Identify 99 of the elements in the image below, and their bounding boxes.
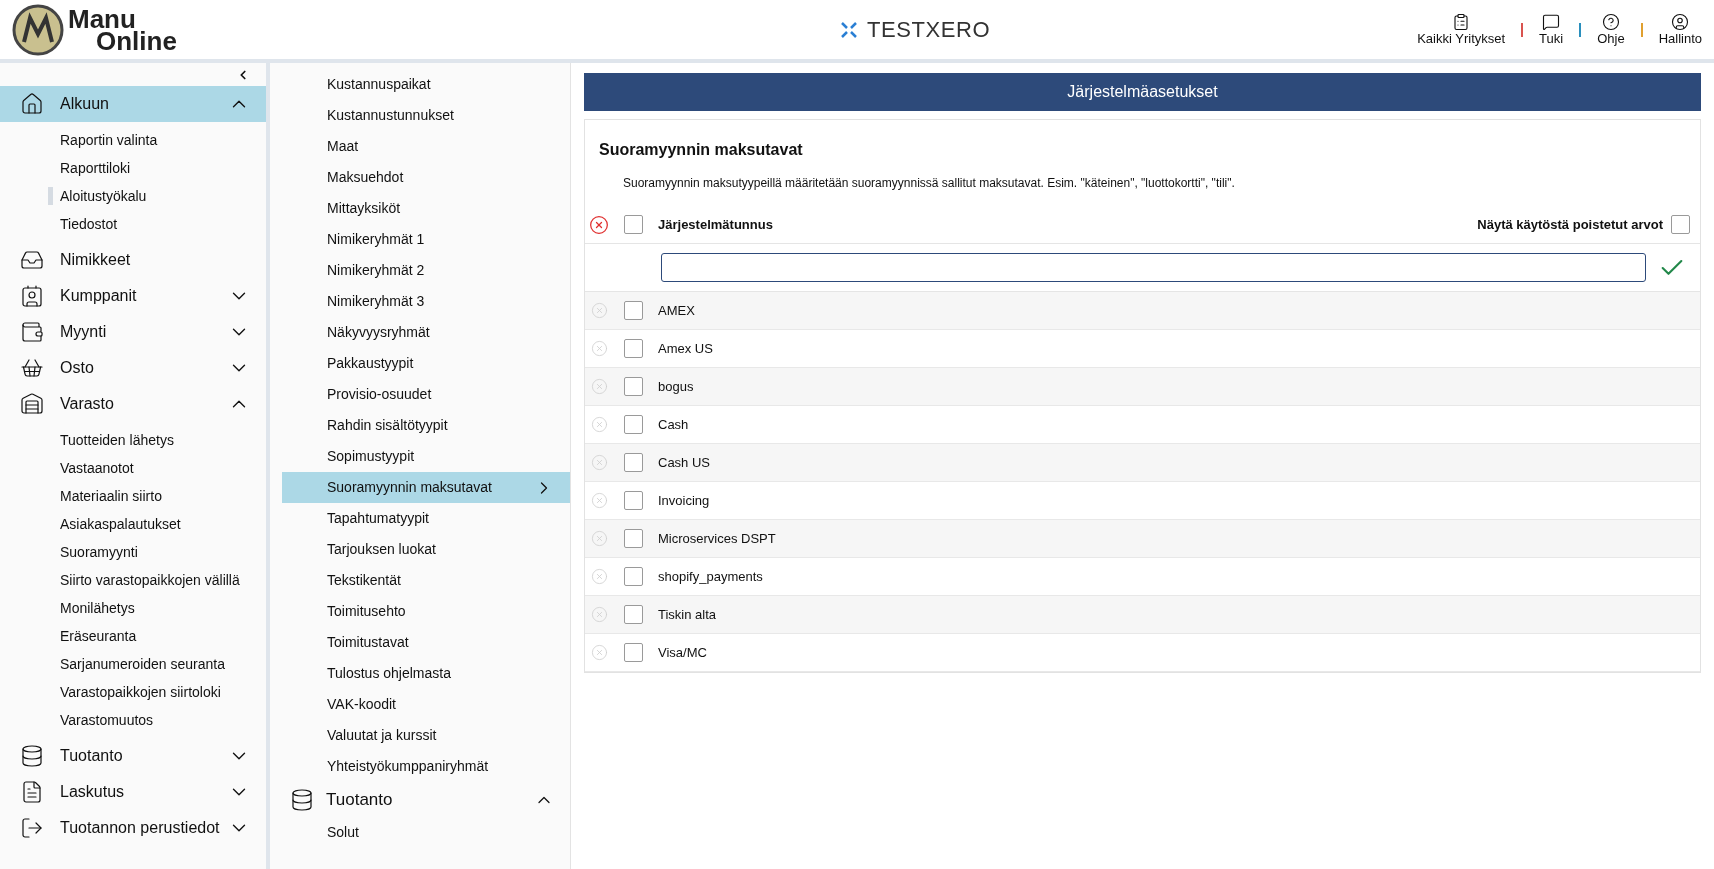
settings-menu-item[interactable]: Kustannustunnukset <box>282 100 570 131</box>
settings-menu-item[interactable]: VAK-koodit <box>282 689 570 720</box>
sidebar-subitem[interactable]: Raporttiloki <box>60 157 131 179</box>
table-cell-text: Invoicing <box>658 491 710 510</box>
help-icon <box>1601 12 1620 31</box>
checkbox[interactable] <box>624 301 643 320</box>
settings-menu-item[interactable]: Nimikeryhmät 3 <box>282 286 570 317</box>
sidebar-item[interactable]: Laskutus <box>0 774 266 810</box>
settings-menu-group[interactable]: Tuotanto <box>282 782 570 818</box>
sidebar-item[interactable]: Osto <box>0 350 266 386</box>
checkbox[interactable] <box>624 453 643 472</box>
checkbox[interactable] <box>624 377 643 396</box>
warehouse-icon <box>20 392 44 416</box>
checkbox[interactable] <box>624 567 643 586</box>
sidebar-subitem[interactable]: Vastaanotot <box>60 457 134 479</box>
sidebar-subitem[interactable]: Tuotteiden lähetys <box>60 429 174 451</box>
document-icon <box>20 780 44 804</box>
settings-menu-item[interactable]: Valuutat ja kurssit <box>282 720 570 751</box>
checkbox[interactable] <box>624 605 643 624</box>
column-header: Järjestelmätunnus <box>658 215 774 234</box>
settings-menu-item[interactable]: Tulostus ohjelmasta <box>282 658 570 689</box>
user-icon <box>1671 12 1690 31</box>
contact-card-icon <box>20 284 44 308</box>
database-icon <box>20 744 44 768</box>
inbox-icon <box>20 248 44 272</box>
header-action[interactable]: Kaikki Yritykset <box>1417 12 1506 47</box>
sidebar-subitem[interactable]: Suoramyynti <box>60 541 138 563</box>
remove-icon[interactable] <box>589 214 609 235</box>
new-value-field[interactable] <box>661 253 1646 282</box>
sidebar-subitem[interactable]: Siirto varastopaikkojen välillä <box>60 569 240 591</box>
show-removed-label: Näytä käytöstä poistetut arvot <box>1477 215 1663 234</box>
table-cell-text: Microservices DSPT <box>658 529 776 548</box>
checkbox[interactable] <box>624 339 643 358</box>
table-cell-text: Cash US <box>658 453 711 472</box>
page-title-bar: Järjestelmäasetukset <box>584 73 1701 111</box>
settings-menu-item[interactable]: Tekstikentät <box>282 565 570 596</box>
sidebar-item[interactable]: Varasto <box>0 386 266 422</box>
settings-menu-item[interactable]: Provisio-osuudet <box>282 379 570 410</box>
settings-menu-item[interactable]: Sopimustyypit <box>282 441 570 472</box>
sidebar-item[interactable]: Tuotanto <box>0 738 266 774</box>
sidebar-subitem[interactable]: Asiakaspalautukset <box>60 513 181 535</box>
checkbox[interactable] <box>624 491 643 510</box>
sidebar-subitem[interactable]: Monilähetys <box>60 597 135 619</box>
sidebar-subitem[interactable]: Tiedostot <box>60 213 118 235</box>
settings-menu-item[interactable]: Solut <box>282 818 570 846</box>
logo-text: Manu <box>68 7 136 30</box>
x-mark-icon <box>839 19 860 40</box>
sidebar-subitem[interactable]: Eräseuranta <box>60 625 137 647</box>
settings-menu-item[interactable]: Toimitusehto <box>282 596 570 627</box>
table-cell-text: Tiskin alta <box>658 605 717 624</box>
chat-icon <box>1542 12 1561 31</box>
settings-menu-item[interactable]: Maat <box>282 131 570 162</box>
settings-menu-item[interactable]: Maksuehdot <box>282 162 570 193</box>
settings-menu-item[interactable]: Nimikeryhmät 1 <box>282 224 570 255</box>
table-cell-text: Amex US <box>658 339 713 358</box>
settings-menu-item[interactable]: Mittayksiköt <box>282 193 570 224</box>
table-cell-text: Cash <box>658 415 689 434</box>
sidebar-item[interactable]: Kumppanit <box>0 278 266 314</box>
house-icon <box>20 92 44 116</box>
settings-menu-item[interactable]: Rahdin sisältötyypit <box>282 410 570 441</box>
sidebar-subitem[interactable]: Varastomuutos <box>60 709 154 731</box>
logo-icon <box>12 3 64 56</box>
header-action[interactable]: Tuki <box>1539 12 1564 47</box>
sidebar-subitem[interactable]: Varastopaikkojen siirtoloki <box>60 681 221 703</box>
sidebar-subitem[interactable]: Sarjanumeroiden seuranta <box>60 653 225 675</box>
sidebar-subitem[interactable]: Aloitustyökalu <box>60 185 147 207</box>
settings-menu-item[interactable]: Nimikeryhmät 2 <box>282 255 570 286</box>
settings-menu-item[interactable]: Tarjouksen luokat <box>282 534 570 565</box>
sidebar-item[interactable]: Myynti <box>0 314 266 350</box>
clipboard-icon <box>1452 12 1471 31</box>
settings-menu-item[interactable]: Kustannuspaikat <box>282 69 570 100</box>
checkbox[interactable] <box>624 529 643 548</box>
settings-menu-item[interactable]: Yhteistyökumppaniryhmät <box>282 751 570 782</box>
table-cell-text: bogus <box>658 377 694 396</box>
header-action[interactable]: Ohje <box>1597 12 1625 47</box>
checkbox[interactable] <box>624 415 643 434</box>
settings-menu-item[interactable]: Näkyvyysryhmät <box>282 317 570 348</box>
settings-menu-item[interactable]: Tapahtumatyypit <box>282 503 570 534</box>
sidebar-item[interactable]: Tuotannon perustiedot <box>0 810 266 846</box>
database-icon <box>290 788 314 812</box>
settings-menu-item[interactable]: Suoramyynnin maksutavat <box>282 472 570 503</box>
card-title: Suoramyynnin maksutavat <box>598 140 804 160</box>
table-cell-text: Visa/MC <box>658 643 707 662</box>
wallet-icon <box>20 320 44 344</box>
sidebar-subitem[interactable]: Materiaalin siirto <box>60 485 162 507</box>
settings-menu-item[interactable]: Pakkaustyypit <box>282 348 570 379</box>
logo-text: Online <box>96 29 177 52</box>
checkbox[interactable] <box>1671 215 1690 234</box>
company-name: TESTXERO <box>867 16 991 44</box>
settings-menu-item[interactable]: Toimitustavat <box>282 627 570 658</box>
table-cell-text: AMEX <box>658 301 695 320</box>
sidebar-item[interactable]: Alkuun <box>0 86 266 122</box>
header-action[interactable]: Hallinto <box>1658 12 1702 47</box>
checkbox[interactable] <box>624 643 643 662</box>
sidebar-subitem[interactable]: Raportin valinta <box>60 129 158 151</box>
table-cell-text: shopify_payments <box>658 567 763 586</box>
sidebar-item[interactable]: Nimikkeet <box>0 242 266 278</box>
description-text: Suoramyynnin maksutyypeillä määritetään suoramyynnissä sallitut maksutavat. Esim. "käteinen", "luottokortti", "tili". <box>622 175 1236 192</box>
checkbox[interactable] <box>624 215 643 234</box>
